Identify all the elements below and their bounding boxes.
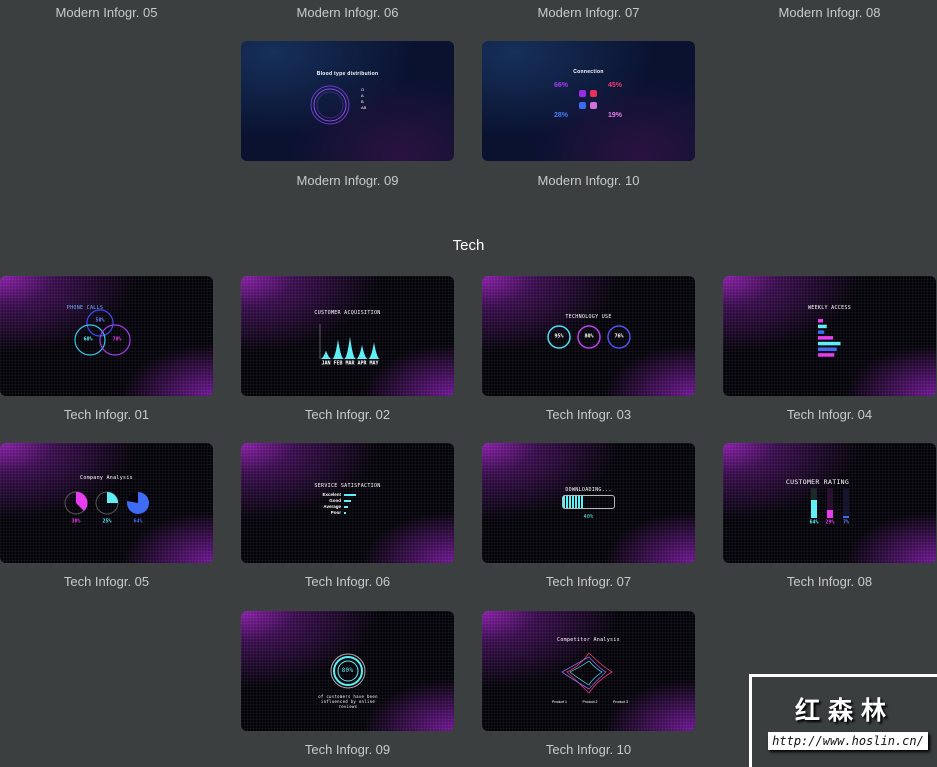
rating-columns bbox=[811, 488, 849, 518]
rating-value: 64% bbox=[809, 519, 819, 526]
theme-label[interactable]: Modern Infogr. 08 bbox=[723, 5, 936, 20]
slide-caption: of customers have been influenced by onl… bbox=[318, 694, 378, 709]
bar bbox=[818, 319, 823, 323]
rating-dots bbox=[344, 494, 356, 514]
gauge-value: 76% bbox=[614, 333, 624, 340]
area-chart bbox=[319, 324, 380, 359]
chart-peak bbox=[344, 336, 356, 359]
x-tick-label: JAN bbox=[321, 360, 331, 367]
venn-diagram bbox=[74, 309, 131, 356]
venn-value: 70% bbox=[112, 336, 122, 343]
venn-value: 50% bbox=[95, 317, 105, 324]
watermark-url: http://www.hoslin.cn/ bbox=[768, 732, 928, 750]
theme-label[interactable]: Tech Infogr. 03 bbox=[482, 407, 695, 422]
pie-charts bbox=[64, 491, 149, 515]
bar-chart bbox=[818, 319, 841, 357]
watermark-name: 红森林 bbox=[794, 697, 894, 725]
bar bbox=[818, 353, 835, 357]
x-tick-label: FEB bbox=[333, 360, 343, 367]
bar bbox=[818, 347, 837, 351]
stat-value: 66% bbox=[554, 82, 569, 89]
theme-label[interactable]: Modern Infogr. 09 bbox=[241, 173, 454, 188]
rating-row-label: Excelent bbox=[322, 491, 341, 497]
chart-peak bbox=[368, 342, 380, 359]
theme-thumbnail-tech-09[interactable]: 80% of customers have been influenced by… bbox=[241, 611, 454, 731]
watermark: 红森林 http://www.hoslin.cn/ bbox=[749, 674, 937, 767]
theme-thumbnail-tech-04[interactable]: WEEKLY ACCESS bbox=[723, 276, 936, 396]
stat-value: 28% bbox=[554, 112, 569, 119]
chart-peak bbox=[356, 345, 368, 359]
theme-thumbnail-tech-01[interactable]: PHONE CALLS 50% 60% 70% bbox=[0, 276, 213, 396]
theme-label[interactable]: Tech Infogr. 02 bbox=[241, 407, 454, 422]
venn-value: 60% bbox=[83, 336, 93, 343]
progress-fill bbox=[563, 496, 584, 508]
theme-label[interactable]: Tech Infogr. 05 bbox=[0, 574, 213, 589]
x-tick-label: APR bbox=[357, 360, 367, 367]
theme-label[interactable]: Tech Infogr. 04 bbox=[723, 407, 936, 422]
rating-value: 7% bbox=[842, 519, 850, 526]
theme-label[interactable]: Modern Infogr. 10 bbox=[482, 173, 695, 188]
theme-label[interactable]: Tech Infogr. 09 bbox=[241, 742, 454, 757]
rating-row-label: Good bbox=[329, 497, 341, 503]
legend: Product 1 Product 2 Product 3 bbox=[552, 700, 628, 704]
theme-thumbnail-tech-06[interactable]: SERVICE SATISFACTION Excelent Good Avera… bbox=[241, 443, 454, 563]
theme-thumbnail-tech-08[interactable]: CUSTOMER RATING 64% 29% 7% bbox=[723, 443, 936, 563]
progress-bar bbox=[562, 495, 615, 509]
connection-icons bbox=[579, 90, 597, 109]
progress-value: 40% bbox=[583, 514, 594, 520]
rating-row-label: Average bbox=[323, 503, 341, 509]
bar bbox=[818, 336, 833, 340]
slide-title: DOWNLOADING... bbox=[565, 487, 612, 493]
pie-value: 25% bbox=[102, 518, 112, 525]
bar bbox=[818, 324, 827, 329]
theme-thumbnail-modern-09[interactable]: Blood type distribution O A B AB bbox=[241, 41, 454, 161]
theme-thumbnail-modern-10[interactable]: Connection 66% 45% 28% 19% bbox=[482, 41, 695, 161]
stat-value: 45% bbox=[608, 82, 623, 89]
ring-chart bbox=[310, 85, 350, 125]
theme-label[interactable]: Tech Infogr. 08 bbox=[723, 574, 936, 589]
pie-value: 64% bbox=[133, 518, 143, 525]
x-tick-label: MAR bbox=[345, 360, 355, 367]
theme-thumbnail-tech-02[interactable]: CUSTOMER ACQUISITION JAN FEB MAR APR MAY bbox=[241, 276, 454, 396]
rating-row-label: Poor bbox=[330, 509, 341, 515]
theme-label[interactable]: Tech Infogr. 06 bbox=[241, 574, 454, 589]
gauge-value: 80% bbox=[341, 667, 354, 674]
bar bbox=[818, 330, 825, 334]
legend: O A B AB bbox=[361, 87, 367, 110]
gauge-value: 95% bbox=[554, 333, 564, 340]
bar bbox=[818, 341, 841, 346]
theme-label[interactable]: Modern Infogr. 06 bbox=[241, 5, 454, 20]
theme-label[interactable]: Modern Infogr. 05 bbox=[0, 5, 213, 20]
gauge-value: 80% bbox=[584, 333, 594, 340]
radar-chart bbox=[561, 652, 613, 694]
section-title-tech: Tech bbox=[452, 237, 485, 254]
chart-peak bbox=[320, 350, 332, 359]
theme-thumbnail-tech-05[interactable]: Company Analysis 30% 25% 64% bbox=[0, 443, 213, 563]
pie-value: 30% bbox=[71, 518, 81, 525]
stat-value: 19% bbox=[608, 112, 623, 119]
chart-peak bbox=[332, 339, 344, 359]
theme-label[interactable]: Tech Infogr. 10 bbox=[482, 742, 695, 757]
x-tick-label: MAY bbox=[369, 360, 379, 367]
theme-label[interactable]: Tech Infogr. 07 bbox=[482, 574, 695, 589]
theme-thumbnail-tech-07[interactable]: DOWNLOADING... 40% bbox=[482, 443, 695, 563]
theme-thumbnail-tech-10[interactable]: Competitor Analysis Product 1 Product 2 Pr… bbox=[482, 611, 695, 731]
rating-value: 29% bbox=[825, 519, 835, 526]
theme-label[interactable]: Tech Infogr. 01 bbox=[0, 407, 213, 422]
theme-thumbnail-tech-03[interactable]: TECHNOLOGY USE 95% 80% 76% bbox=[482, 276, 695, 396]
theme-label[interactable]: Modern Infogr. 07 bbox=[482, 5, 695, 20]
